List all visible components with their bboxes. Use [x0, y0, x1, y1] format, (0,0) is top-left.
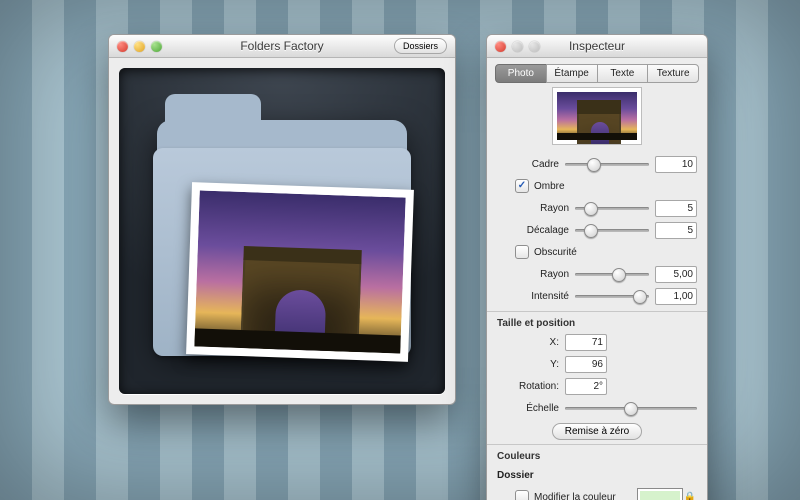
editor-canvas[interactable] — [119, 68, 445, 394]
echelle-slider[interactable] — [565, 401, 697, 415]
rotation-label: Rotation: — [497, 381, 565, 392]
cadre-label: Cadre — [497, 159, 565, 170]
echelle-label: Échelle — [497, 403, 565, 414]
decalage-value[interactable]: 5 — [655, 222, 697, 239]
tab-photo[interactable]: Photo — [495, 64, 547, 83]
inspector-tabs: Photo Étampe Texte Texture — [495, 64, 699, 83]
obsc-rayon-value[interactable]: 5,00 — [655, 266, 697, 283]
intensite-slider[interactable] — [575, 289, 649, 303]
minimize-icon[interactable] — [134, 41, 145, 52]
tab-etampe[interactable]: Étampe — [546, 64, 598, 83]
lock-icon[interactable]: 🔒 — [684, 492, 696, 500]
dossiers-button[interactable]: Dossiers — [394, 38, 447, 54]
dossier-mod-label: Modifier la couleur — [534, 492, 637, 500]
taille-section-label: Taille et position — [487, 311, 707, 331]
zoom-icon — [529, 41, 540, 52]
dossier-color-label: Dossier — [497, 470, 534, 481]
y-label: Y: — [497, 359, 565, 370]
ombre-label: Ombre — [534, 181, 565, 192]
rayon-value[interactable]: 5 — [655, 200, 697, 217]
close-icon[interactable] — [495, 41, 506, 52]
obsc-rayon-slider[interactable] — [575, 267, 649, 281]
folder-tab-icon — [165, 94, 261, 126]
main-window: Folders Factory Dossiers — [108, 34, 456, 405]
y-field[interactable]: 96 — [565, 356, 607, 373]
dossier-mod-checkbox[interactable] — [515, 490, 529, 500]
intensite-value[interactable]: 1,00 — [655, 288, 697, 305]
x-field[interactable]: 71 — [565, 334, 607, 351]
photo-image — [194, 190, 405, 353]
rayon-label: Rayon — [497, 203, 575, 214]
decalage-slider[interactable] — [575, 223, 649, 237]
cadre-value[interactable]: 10 — [655, 156, 697, 173]
intensite-label: Intensité — [497, 291, 575, 302]
inspector-window: Inspecteur Photo Étampe Texte Texture Ca… — [486, 34, 708, 500]
reset-button[interactable]: Remise à zéro — [552, 423, 642, 440]
inspector-titlebar[interactable]: Inspecteur — [487, 35, 707, 58]
rayon-slider[interactable] — [575, 201, 649, 215]
rotation-field[interactable]: 2° — [565, 378, 607, 395]
tab-texte[interactable]: Texte — [597, 64, 649, 83]
zoom-icon[interactable] — [151, 41, 162, 52]
main-titlebar[interactable]: Folders Factory Dossiers — [109, 35, 455, 58]
minimize-icon — [512, 41, 523, 52]
x-label: X: — [497, 337, 565, 348]
cadre-slider[interactable] — [565, 157, 649, 171]
obscurite-checkbox[interactable] — [515, 245, 529, 259]
tab-texture[interactable]: Texture — [647, 64, 699, 83]
photo-preview — [552, 87, 642, 145]
obsc-rayon-label: Rayon — [497, 269, 575, 280]
close-icon[interactable] — [117, 41, 128, 52]
ombre-checkbox[interactable] — [515, 179, 529, 193]
obscurite-label: Obscurité — [534, 247, 577, 258]
dossier-color-swatch[interactable] — [637, 488, 683, 500]
photo-overlay[interactable] — [186, 182, 414, 362]
decalage-label: Décalage — [497, 225, 575, 236]
couleurs-section-label: Couleurs — [487, 444, 707, 464]
